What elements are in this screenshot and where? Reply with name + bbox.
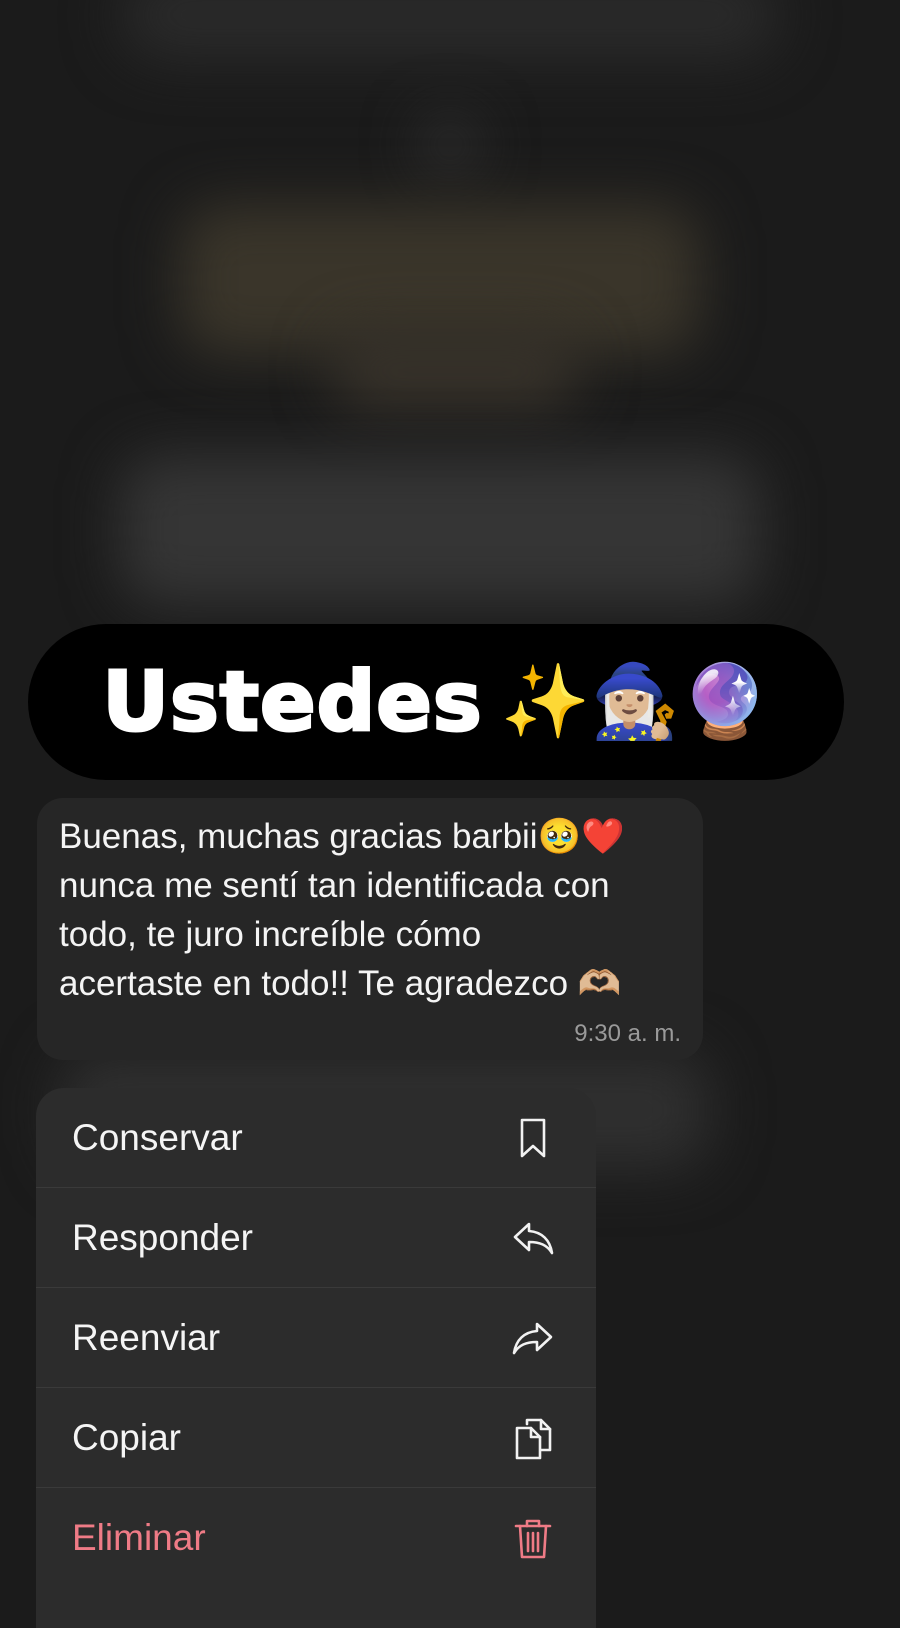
blurred-message bbox=[120, 455, 760, 605]
menu-item-label: Reenviar bbox=[72, 1316, 221, 1358]
menu-item-label: Copiar bbox=[72, 1416, 181, 1458]
banner-emojis: ✨🧙🏼‍♀️🔮 bbox=[500, 662, 770, 742]
copy-icon bbox=[510, 1415, 556, 1461]
menu-item-reenviar[interactable]: Reenviar bbox=[36, 1288, 596, 1388]
menu-item-label: Eliminar bbox=[72, 1517, 206, 1558]
blurred-avatar bbox=[420, 115, 480, 175]
context-menu: Conservar Responder Reenviar Copiar Elim… bbox=[36, 1088, 596, 1628]
reaction-title-banner: Ustedes ✨🧙🏼‍♀️🔮 bbox=[28, 624, 844, 780]
menu-item-copiar[interactable]: Copiar bbox=[36, 1388, 596, 1488]
message-bubble[interactable]: Buenas, muchas gracias barbii🥹❤️ nunca m… bbox=[37, 798, 703, 1060]
menu-item-conservar[interactable]: Conservar bbox=[36, 1088, 596, 1188]
reply-icon bbox=[510, 1215, 556, 1261]
message-text: Buenas, muchas gracias barbii🥹❤️ nunca m… bbox=[59, 817, 625, 1003]
menu-item-label: Responder bbox=[72, 1216, 254, 1258]
blurred-header bbox=[120, 0, 780, 60]
menu-item-label: Conservar bbox=[72, 1116, 243, 1158]
trash-icon bbox=[510, 1515, 556, 1561]
menu-item-responder[interactable]: Responder bbox=[36, 1188, 596, 1288]
bookmark-icon bbox=[510, 1115, 556, 1161]
message-timestamp: 9:30 a. m. bbox=[574, 1020, 681, 1047]
forward-icon bbox=[510, 1315, 556, 1361]
banner-title: Ustedes bbox=[101, 653, 483, 751]
blurred-message-tail bbox=[330, 330, 580, 410]
menu-item-eliminar[interactable]: Eliminar bbox=[36, 1488, 596, 1588]
